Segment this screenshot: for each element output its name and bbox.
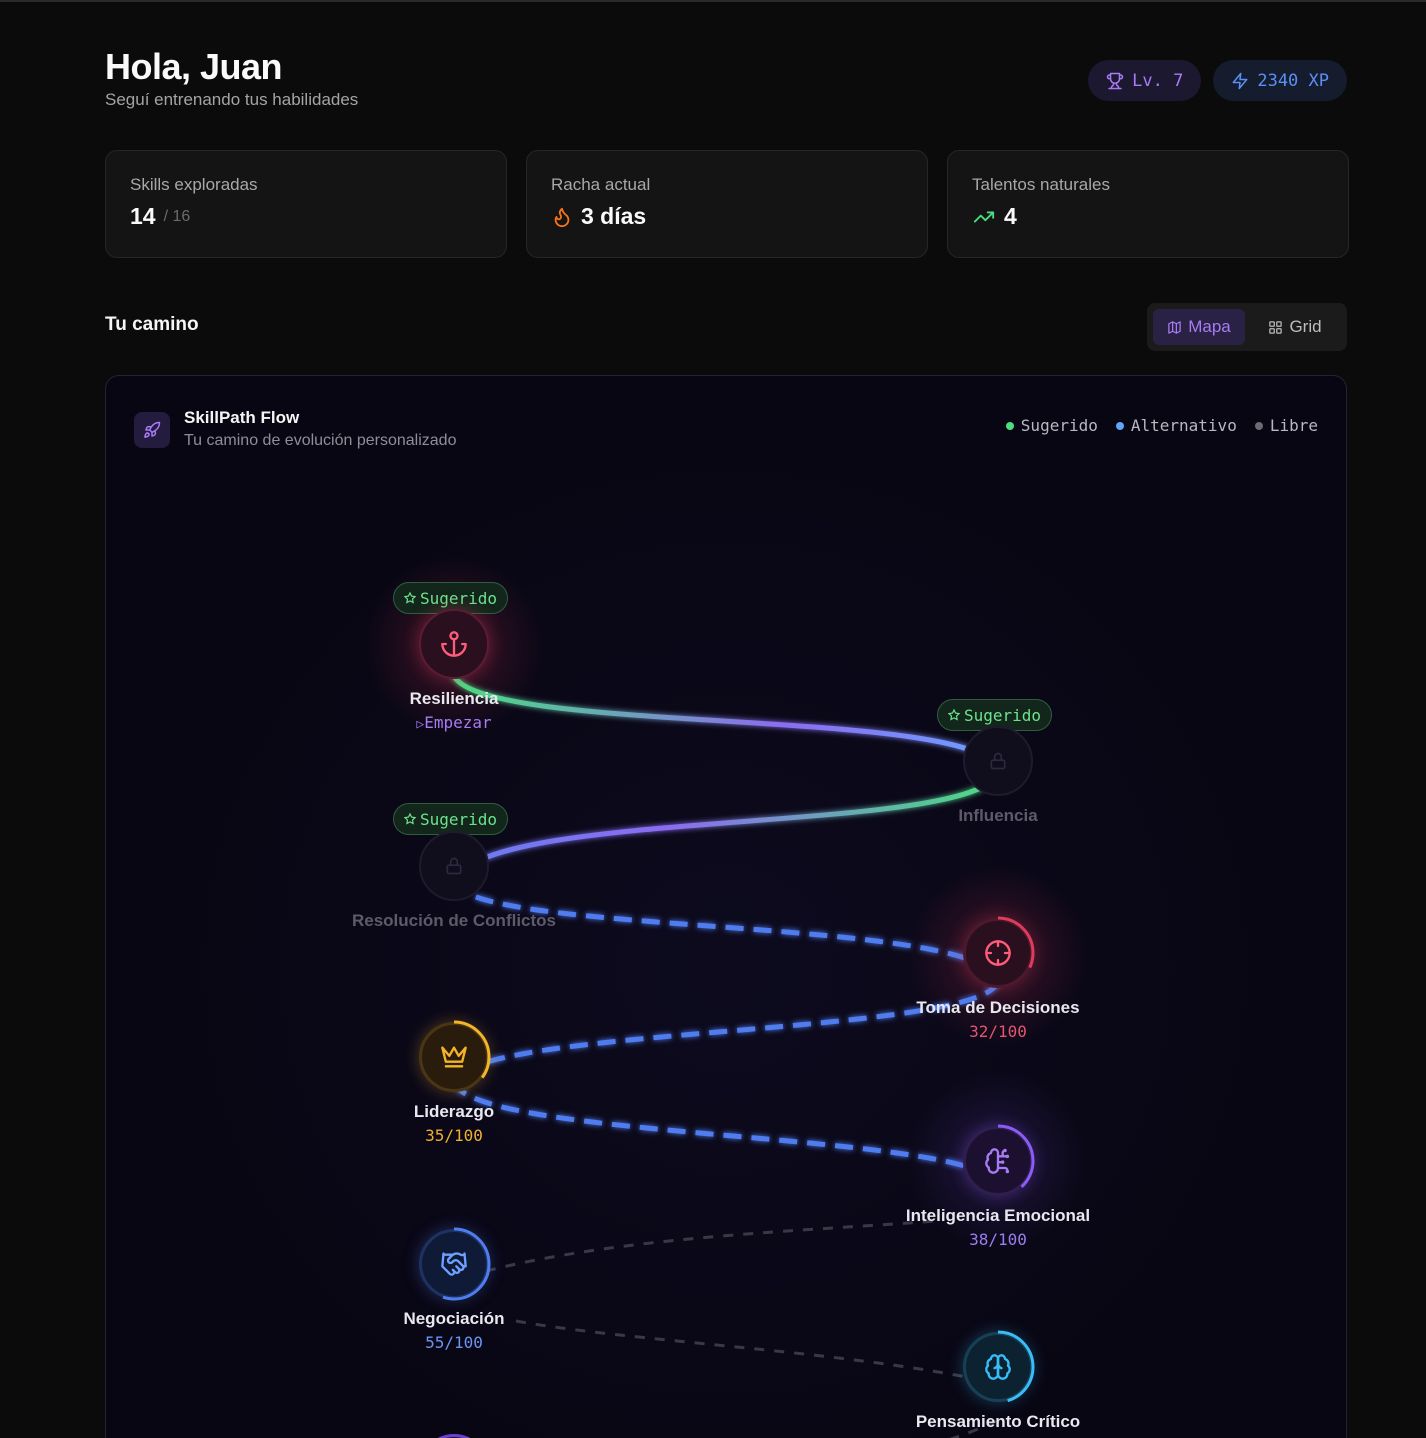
- stat-value: 3 días: [551, 203, 903, 230]
- greeting-block: Hola, Juan Seguí entrenando tus habilida…: [105, 46, 358, 110]
- start-action[interactable]: ▷Empezar: [334, 713, 574, 732]
- rocket-icon: [144, 421, 161, 438]
- skill-node-critico[interactable]: Pensamiento Crítico: [878, 1330, 1118, 1432]
- map-icon: [1168, 320, 1181, 334]
- progress-ring: [417, 1227, 491, 1301]
- progress-ring: [961, 916, 1035, 990]
- xp-label: 2340 XP: [1257, 70, 1329, 91]
- node-circle: [961, 916, 1035, 990]
- map-subtitle: Tu camino de evolución personalizado: [184, 432, 457, 449]
- skill-node-influencia[interactable]: Influencia: [878, 726, 1118, 826]
- play-icon: ▷: [416, 717, 425, 732]
- page-title: Hola, Juan: [105, 46, 283, 87]
- stat-label: Racha actual: [551, 175, 651, 194]
- grid-view-label: Grid: [1289, 317, 1322, 336]
- level-label: Lv. 7: [1132, 70, 1184, 91]
- grid-icon: [1269, 320, 1283, 334]
- stat-label: Talentos naturales: [972, 175, 1110, 194]
- skill-path-map: SkillPath Flow Tu camino de evolución pe…: [105, 375, 1347, 1438]
- tag-label: Sugerido: [420, 809, 498, 829]
- top-border: [0, 0, 1426, 2]
- legend-dot: [1254, 421, 1263, 430]
- trophy-icon: [1106, 72, 1124, 89]
- node-name: Pensamiento Crítico: [915, 1412, 1081, 1431]
- xp-badge[interactable]: 2340 XP: [1213, 60, 1347, 101]
- skills-total: / 16: [163, 207, 191, 225]
- legend-label: Libre: [1269, 416, 1318, 435]
- node-name: Inteligencia Emocional: [905, 1206, 1091, 1225]
- anchor-icon: [441, 631, 467, 657]
- legend-dot: [1005, 421, 1014, 430]
- skill-node-resiliencia[interactable]: Resiliencia ▷Empezar: [334, 609, 574, 732]
- legend-label: Sugerido: [1020, 416, 1098, 435]
- map-view-button[interactable]: Mapa: [1153, 309, 1245, 345]
- legend-dot: [1115, 421, 1124, 430]
- view-toggle: Mapa Grid: [1147, 303, 1347, 351]
- progress-ring: [961, 1124, 1035, 1198]
- node-name: Toma de Decisiones: [916, 998, 1080, 1017]
- tag-label: Sugerido: [420, 588, 498, 608]
- node-name: Influencia: [958, 806, 1038, 825]
- star-icon: [948, 709, 960, 721]
- tag-label: Sugerido: [964, 705, 1042, 725]
- node-name: Liderazgo: [413, 1102, 495, 1121]
- flame-icon: [554, 207, 570, 227]
- level-badge[interactable]: Lv. 7: [1088, 60, 1202, 101]
- map-legend: Sugerido Alternativo Libre: [1005, 416, 1318, 435]
- node-progress: 55/100: [425, 1333, 483, 1352]
- legend-item-suggested: Sugerido: [1005, 416, 1098, 435]
- node-progress: 32/100: [969, 1022, 1027, 1041]
- skills-count: 14: [130, 203, 156, 229]
- node-circle: [417, 1020, 491, 1094]
- path-connections: [364, 556, 1088, 1438]
- legend-item-alternative: Alternativo: [1115, 416, 1237, 435]
- legend-item-free: Libre: [1254, 416, 1318, 435]
- stat-card-talents: Talentos naturales 4: [947, 150, 1349, 258]
- lightning-icon: [1232, 72, 1248, 89]
- skill-node-emocional[interactable]: Inteligencia Emocional 38/100: [878, 1124, 1118, 1249]
- node-circle: [419, 831, 489, 901]
- stat-card-skills: Skills exploradas 14 / 16: [105, 150, 507, 258]
- stat-card-streak: Racha actual 3 días: [526, 150, 928, 258]
- node-circle: [419, 609, 489, 679]
- talents-value: 4: [1004, 203, 1017, 229]
- star-icon: [404, 813, 416, 825]
- node-circle: [417, 1227, 491, 1301]
- map-title: SkillPath Flow: [184, 408, 300, 427]
- trending-up-icon: [973, 211, 995, 222]
- progress-ring: [417, 1020, 491, 1094]
- stats-row: Skills exploradas 14 / 16 Racha actual 3…: [105, 150, 1349, 258]
- node-name: Negociación: [403, 1309, 505, 1328]
- start-label: Empezar: [424, 713, 492, 732]
- node-circle: [961, 1330, 1035, 1404]
- page-subtitle: Seguí entrenando tus habilidades: [105, 90, 359, 109]
- grid-view-button[interactable]: Grid: [1249, 309, 1341, 345]
- stat-label: Skills exploradas: [130, 175, 258, 194]
- lock-icon: [446, 857, 462, 875]
- streak-value: 3 días: [581, 203, 647, 229]
- skill-node-liderazgo[interactable]: Liderazgo 35/100: [334, 1020, 574, 1145]
- skill-node-conflictos[interactable]: Resolución de Conflictos: [334, 831, 574, 931]
- node-circle: [963, 726, 1033, 796]
- node-name: Resiliencia: [409, 689, 499, 708]
- node-progress: 35/100: [425, 1126, 483, 1145]
- stat-value: 4: [972, 203, 1324, 230]
- legend-label: Alternativo: [1130, 416, 1237, 435]
- node-name: Resolución de Conflictos: [351, 911, 557, 930]
- star-icon: [404, 592, 416, 604]
- user-badges: Lv. 7 2340 XP: [1088, 60, 1347, 101]
- lock-icon: [990, 752, 1006, 770]
- node-progress: 38/100: [969, 1230, 1027, 1249]
- rocket-icon-box: [134, 412, 170, 448]
- section-title: Tu camino: [105, 314, 199, 335]
- progress-ring: [961, 1330, 1035, 1404]
- map-view-label: Mapa: [1188, 317, 1231, 336]
- skill-node-decisiones[interactable]: Toma de Decisiones 32/100: [878, 916, 1118, 1041]
- map-header: SkillPath Flow Tu camino de evolución pe…: [134, 408, 456, 450]
- skill-node-negociacion[interactable]: Negociación 55/100: [334, 1227, 574, 1352]
- node-circle: [961, 1124, 1035, 1198]
- stat-value: 14 / 16: [130, 203, 482, 230]
